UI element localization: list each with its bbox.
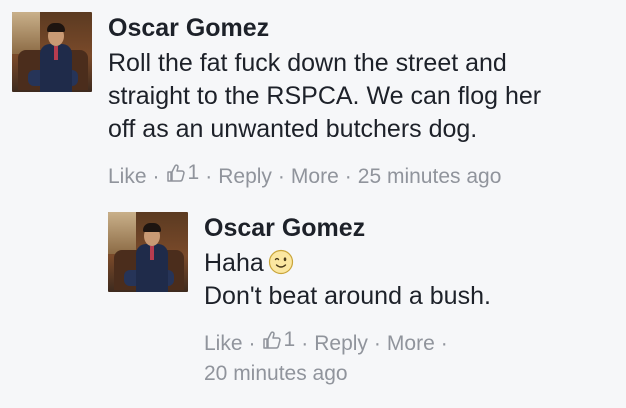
reply-button[interactable]: Reply [218, 165, 272, 188]
separator-dot: · [440, 332, 448, 355]
separator-dot: · [248, 332, 256, 355]
like-count-value: 1 [283, 328, 296, 351]
more-button[interactable]: More [387, 332, 435, 355]
comment-text-segment: Haha [204, 249, 264, 277]
avatar[interactable] [12, 12, 92, 92]
separator-dot: · [344, 165, 352, 188]
comment-timestamp[interactable]: 20 minutes ago [204, 362, 348, 385]
thumbs-up-icon [262, 331, 281, 349]
reply-button[interactable]: Reply [314, 332, 368, 355]
thumbs-up-icon [166, 164, 185, 182]
comment-text-line: off as an unwanted butchers dog. [108, 115, 478, 143]
comment-text: Haha Don't beat around a bush. [204, 247, 608, 313]
comment-text: Roll the fat fuck down the street and st… [108, 47, 612, 146]
separator-dot: · [301, 332, 309, 355]
like-count[interactable]: 1 [166, 158, 200, 188]
comment-text-line: Don't beat around a bush. [204, 282, 491, 310]
comment-text-line: Haha [204, 247, 608, 280]
wink-emoji-icon [268, 249, 293, 275]
like-button[interactable]: Like [108, 165, 147, 188]
comment-actions: Like · 1 · Reply · More · 25 minutes ago [108, 158, 612, 192]
comment-text-line: straight to the RSPCA. We can flog her [108, 82, 542, 110]
separator-dot: · [277, 165, 285, 188]
avatar[interactable] [108, 212, 188, 292]
separator-dot: · [373, 332, 381, 355]
like-count-value: 1 [187, 161, 200, 184]
more-button[interactable]: More [291, 165, 339, 188]
comment-actions: Like · 1 · Reply · More · 20 minutes ago [204, 325, 608, 389]
comment-content: Oscar Gomez Roll the fat fuck down the s… [108, 12, 612, 192]
separator-dot: · [152, 165, 160, 188]
comment-author[interactable]: Oscar Gomez [204, 212, 608, 244]
like-count[interactable]: 1 [262, 325, 296, 355]
separator-dot: · [205, 165, 213, 188]
comment-text-line: Roll the fat fuck down the street and [108, 49, 507, 77]
comment-content: Oscar Gomez Haha Don't beat around a bus… [204, 212, 608, 389]
like-button[interactable]: Like [204, 332, 243, 355]
comment-timestamp[interactable]: 25 minutes ago [358, 165, 502, 188]
comment-author[interactable]: Oscar Gomez [108, 12, 612, 44]
